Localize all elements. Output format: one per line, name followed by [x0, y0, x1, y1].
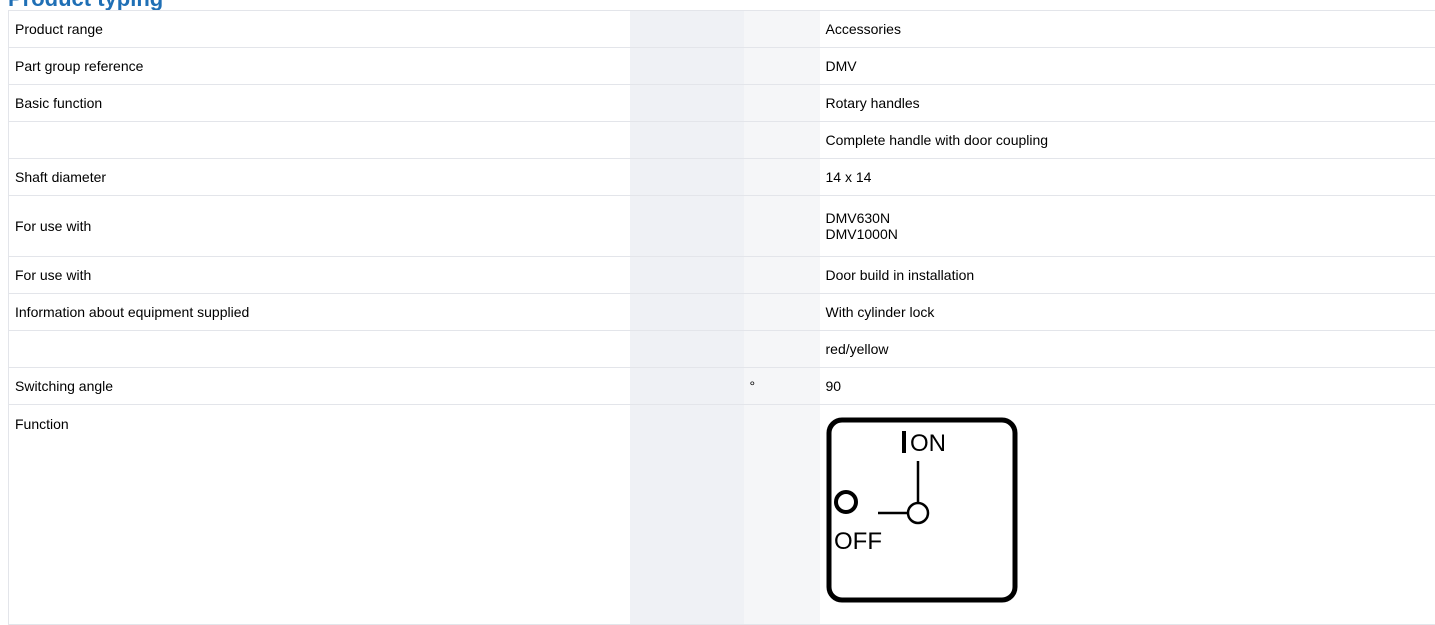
row-value: Accessories: [820, 11, 1435, 48]
off-label: OFF: [834, 528, 882, 555]
table-row: Switching angle ° 90: [9, 368, 1435, 405]
row-label: Product range: [9, 11, 630, 48]
unit-cell: [744, 122, 820, 159]
function-diagram-cell: ON OFF: [820, 405, 1435, 625]
row-label: Switching angle: [9, 368, 630, 405]
unit-cell: [744, 405, 820, 625]
spec-table: Product range Accessories Part group ref…: [8, 10, 1435, 625]
code-cell: [630, 122, 744, 159]
row-value: Rotary handles: [820, 85, 1435, 122]
table-row: Part group reference DMV: [9, 48, 1435, 85]
row-value: Complete handle with door coupling: [820, 122, 1435, 159]
row-value: 90: [820, 368, 1435, 405]
row-label: [9, 331, 630, 368]
code-cell: [630, 196, 744, 257]
row-label: Basic function: [9, 85, 630, 122]
table-row: Product range Accessories: [9, 11, 1435, 48]
row-value: Door build in installation: [820, 257, 1435, 294]
table-row: Function ON OFF: [9, 405, 1435, 625]
row-label: Shaft diameter: [9, 159, 630, 196]
row-value: red/yellow: [820, 331, 1435, 368]
unit-cell: [744, 85, 820, 122]
table-row: For use with DMV630N DMV1000N: [9, 196, 1435, 257]
unit-cell: [744, 48, 820, 85]
row-label: For use with: [9, 196, 630, 257]
row-label: For use with: [9, 257, 630, 294]
row-label: [9, 122, 630, 159]
code-cell: [630, 405, 744, 625]
table-row: Shaft diameter 14 x 14: [9, 159, 1435, 196]
code-cell: [630, 85, 744, 122]
on-position-mark: [902, 431, 906, 453]
row-value-line: DMV630N: [826, 210, 1435, 226]
row-value: 14 x 14: [820, 159, 1435, 196]
table-row: Basic function Rotary handles: [9, 85, 1435, 122]
table-row: Information about equipment supplied Wit…: [9, 294, 1435, 331]
row-value: DMV630N DMV1000N: [820, 196, 1435, 257]
row-label: Information about equipment supplied: [9, 294, 630, 331]
unit-cell: [744, 196, 820, 257]
unit-cell: [744, 11, 820, 48]
handle-pivot: [908, 503, 928, 523]
table-row: For use with Door build in installation: [9, 257, 1435, 294]
unit-cell: [744, 294, 820, 331]
unit-cell: [744, 331, 820, 368]
code-cell: [630, 159, 744, 196]
code-cell: [630, 368, 744, 405]
unit-cell: [744, 159, 820, 196]
code-cell: [630, 257, 744, 294]
table-row: red/yellow: [9, 331, 1435, 368]
table-row: Complete handle with door coupling: [9, 122, 1435, 159]
code-cell: [630, 11, 744, 48]
title-strip: Product typing: [0, 0, 1435, 10]
unit-cell: °: [744, 368, 820, 405]
row-label: Function: [9, 405, 630, 625]
row-value-line: DMV1000N: [826, 226, 1435, 242]
code-cell: [630, 48, 744, 85]
page-title: Product typing: [8, 0, 163, 10]
row-label: Part group reference: [9, 48, 630, 85]
code-cell: [630, 294, 744, 331]
code-cell: [630, 331, 744, 368]
unit-cell: [744, 257, 820, 294]
row-value: With cylinder lock: [820, 294, 1435, 331]
on-off-switch-diagram-icon: ON OFF: [826, 417, 1018, 603]
row-value: DMV: [820, 48, 1435, 85]
on-label: ON: [910, 430, 946, 457]
